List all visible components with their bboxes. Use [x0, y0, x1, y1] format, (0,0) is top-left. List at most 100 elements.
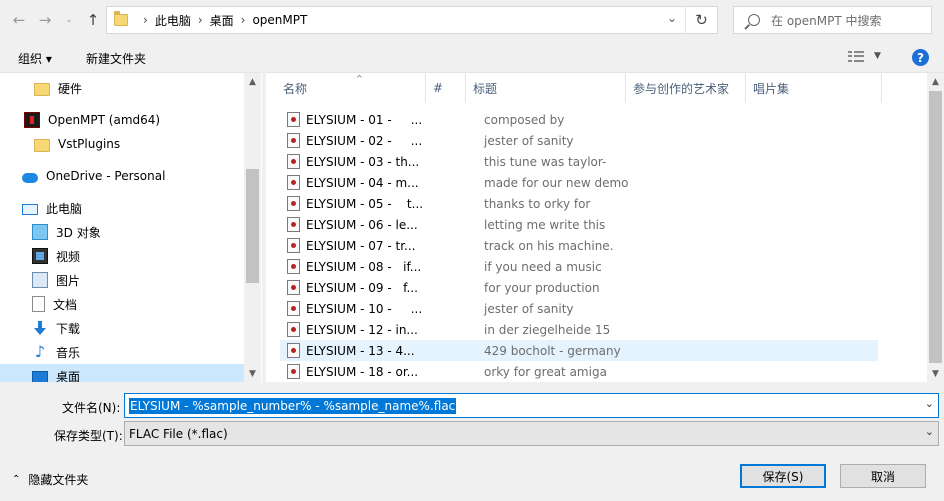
nav-item-videos[interactable]: 视频	[0, 244, 244, 268]
back-button[interactable]: ←	[8, 9, 30, 31]
refresh-button[interactable]: ↻	[685, 7, 717, 33]
nav-item-vstplugins[interactable]: VstPlugins	[0, 132, 244, 156]
nav-item-this-pc[interactable]: 此电脑	[0, 196, 244, 220]
file-name: ELYSIUM - 02 - ...	[306, 133, 423, 148]
file-title: 429 bocholt - germany	[484, 343, 621, 358]
file-row[interactable]: ELYSIUM - 03 - th... this tune was taylo…	[280, 151, 878, 172]
file-row[interactable]: ELYSIUM - 02 - ... jester of sanity	[280, 130, 878, 151]
audio-file-icon	[287, 364, 300, 379]
nav-item-label: 3D 对象	[56, 225, 101, 240]
hide-folders-toggle[interactable]: ⌃ 隐藏文件夹	[12, 471, 88, 488]
scroll-down-icon[interactable]: ▼	[927, 365, 944, 382]
column-header-number[interactable]: #	[426, 73, 466, 103]
3d-objects-icon	[32, 224, 48, 240]
audio-file-icon	[287, 196, 300, 211]
file-title: orky for great amiga	[484, 364, 607, 379]
file-row[interactable]: ELYSIUM - 10 - ... jester of sanity	[280, 298, 878, 319]
scrollbar-thumb[interactable]	[929, 91, 942, 363]
up-button[interactable]: ↑	[82, 9, 104, 31]
file-name: ELYSIUM - 09 - f...	[306, 280, 418, 295]
nav-item-label: 硬件	[58, 81, 83, 96]
help-icon: ?	[917, 50, 924, 65]
onedrive-icon	[22, 172, 38, 183]
address-dropdown-icon[interactable]: ⌄	[667, 11, 677, 25]
column-header-name[interactable]: ^ 名称	[276, 73, 426, 103]
column-header-label: 唱片集	[753, 81, 790, 96]
chevron-down-icon: ⌄	[924, 425, 934, 438]
nav-item-label: 音乐	[56, 345, 81, 360]
file-row-hovered[interactable]: ELYSIUM - 13 - 4... 429 bocholt - german…	[280, 340, 878, 361]
file-name: ELYSIUM - 04 - m...	[306, 175, 419, 190]
sort-ascending-icon: ^	[356, 74, 363, 83]
filename-label: 文件名(N):	[62, 401, 121, 415]
file-title: letting me write this	[484, 217, 606, 232]
file-list-pane: ^ 名称 # 标题 参与创作的艺术家 唱片集 ELYSIUM - 01 - ..…	[266, 72, 944, 382]
folder-icon	[114, 11, 128, 26]
nav-item-music[interactable]: ♪ 音乐	[0, 340, 244, 364]
nav-item-openmpt[interactable]: OpenMPT (amd64)	[0, 108, 244, 132]
scroll-down-icon[interactable]: ▼	[244, 365, 261, 382]
file-list-scrollbar[interactable]: ▲ ▼	[927, 73, 944, 382]
nav-item-hardware[interactable]: 硬件	[0, 76, 244, 100]
nav-item-label: 此电脑	[46, 201, 83, 216]
breadcrumb-separator-icon[interactable]: ›	[241, 13, 246, 27]
file-row[interactable]: ELYSIUM - 12 - in... in der ziegelheide …	[280, 319, 878, 340]
nav-item-3d-objects[interactable]: 3D 对象	[0, 220, 244, 244]
column-header-contributing-artists[interactable]: 参与创作的艺术家	[626, 73, 746, 103]
breadcrumb-separator-icon[interactable]: ›	[198, 13, 203, 27]
file-name: ELYSIUM - 13 - 4...	[306, 343, 415, 358]
file-row[interactable]: ELYSIUM - 06 - le... letting me write th…	[280, 214, 878, 235]
file-row[interactable]: ELYSIUM - 09 - f... for your production	[280, 277, 878, 298]
column-header-album[interactable]: 唱片集	[746, 73, 882, 103]
audio-file-icon	[287, 259, 300, 274]
save-button[interactable]: 保存(S)	[740, 464, 826, 488]
nav-item-documents[interactable]: 文档	[0, 292, 244, 316]
chevron-up-icon: ⌃	[12, 474, 21, 485]
scroll-up-icon[interactable]: ▲	[244, 73, 261, 90]
file-row[interactable]: ELYSIUM - 01 - ... composed by	[280, 109, 878, 130]
column-header-title[interactable]: 标题	[466, 73, 626, 103]
search-box[interactable]: 在 openMPT 中搜索	[733, 6, 932, 34]
music-icon: ♪	[34, 342, 46, 361]
file-name: ELYSIUM - 07 - tr...	[306, 238, 416, 253]
file-title: for your production	[484, 280, 600, 295]
file-row[interactable]: ELYSIUM - 05 - t... thanks to orky for	[280, 193, 878, 214]
nav-item-label: 图片	[56, 273, 81, 288]
refresh-icon: ↻	[695, 11, 708, 29]
column-header-label: 名称	[283, 81, 308, 96]
desktop-icon	[32, 371, 48, 382]
change-view-button[interactable]: ▼	[848, 50, 881, 62]
recent-locations-button[interactable]: ⌄	[58, 9, 80, 31]
breadcrumb-openmpt[interactable]: openMPT	[252, 13, 307, 27]
nav-item-desktop[interactable]: 桌面	[0, 364, 244, 382]
forward-button[interactable]: →	[34, 9, 56, 31]
scroll-up-icon[interactable]: ▲	[927, 73, 944, 90]
nav-item-downloads[interactable]: 下载	[0, 316, 244, 340]
filetype-select[interactable]: FLAC File (*.flac) ⌄	[124, 421, 939, 446]
nav-scrollbar[interactable]: ▲ ▼	[244, 73, 261, 382]
file-row[interactable]: ELYSIUM - 18 - or... orky for great amig…	[280, 361, 878, 382]
documents-icon	[32, 296, 45, 312]
help-button[interactable]: ?	[912, 49, 929, 66]
scrollbar-thumb[interactable]	[246, 169, 259, 283]
arrow-up-icon: ↑	[86, 11, 100, 29]
file-row[interactable]: ELYSIUM - 07 - tr... track on his machin…	[280, 235, 878, 256]
cancel-button[interactable]: 取消	[840, 464, 926, 488]
nav-item-pictures[interactable]: 图片	[0, 268, 244, 292]
organize-button[interactable]: 组织 ▾	[18, 50, 52, 67]
file-row[interactable]: ELYSIUM - 04 - m... made for our new dem…	[280, 172, 878, 193]
file-title: track on his machine.	[484, 238, 614, 253]
file-title: thanks to orky for	[484, 196, 591, 211]
audio-file-icon	[287, 343, 300, 358]
nav-item-onedrive[interactable]: OneDrive - Personal	[0, 164, 244, 188]
breadcrumb-desktop[interactable]: 桌面	[210, 12, 234, 29]
filename-input[interactable]: ELYSIUM - %sample_number% - %sample_name…	[124, 393, 939, 418]
new-folder-button[interactable]: 新建文件夹	[86, 50, 146, 67]
column-header-label: #	[433, 81, 444, 95]
breadcrumb-separator-icon[interactable]: ›	[143, 13, 148, 27]
details-view-icon	[848, 50, 864, 62]
file-row[interactable]: ELYSIUM - 08 - if... if you need a music	[280, 256, 878, 277]
chevron-down-icon[interactable]: ⌄	[925, 397, 934, 410]
breadcrumb-this-pc[interactable]: 此电脑	[155, 12, 191, 29]
address-bar[interactable]: › 此电脑 › 桌面 › openMPT ⌄ ↻	[106, 6, 718, 34]
